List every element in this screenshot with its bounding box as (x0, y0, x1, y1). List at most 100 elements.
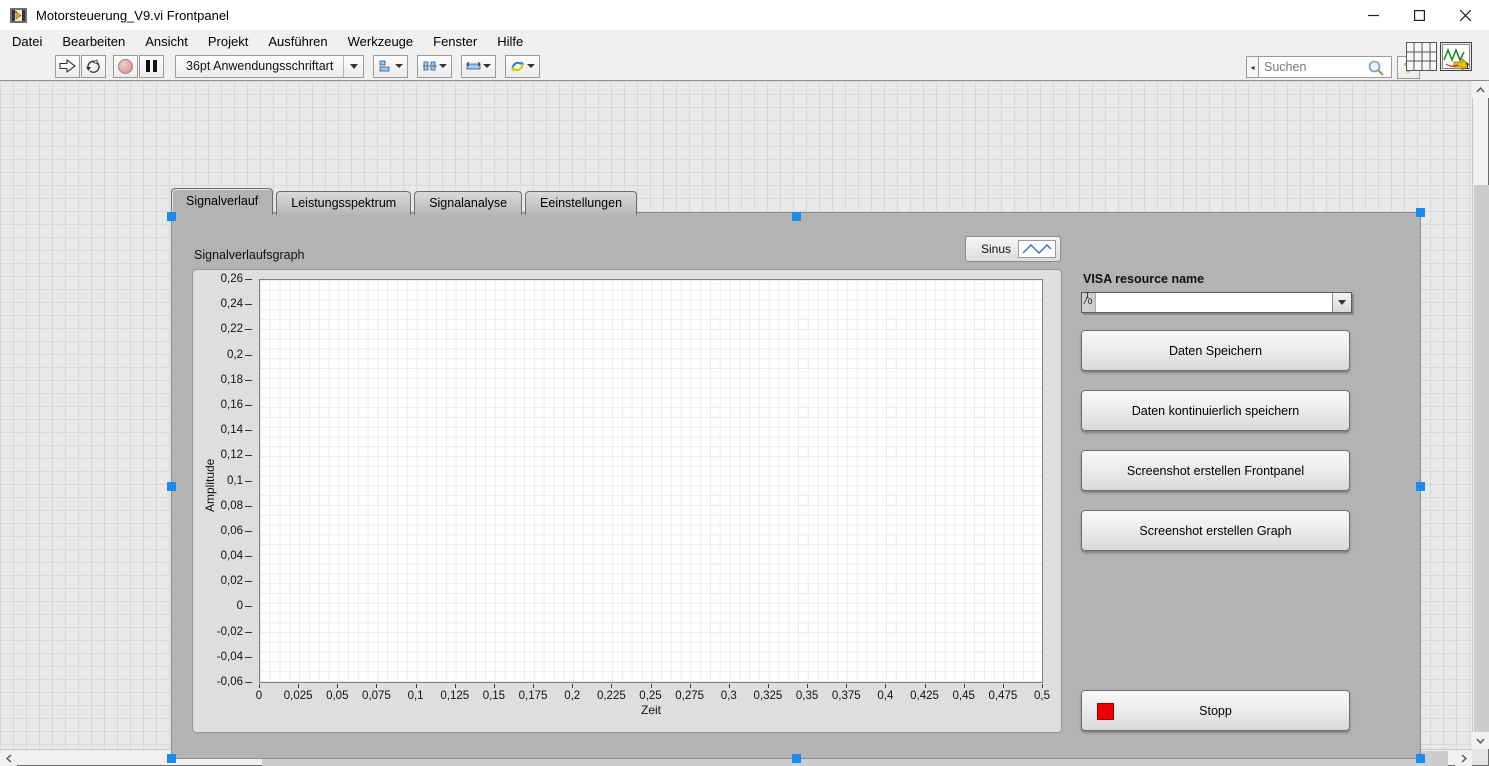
align-objects-icon (379, 60, 390, 71)
scroll-left-button[interactable] (0, 750, 17, 766)
selection-handle-top-mid[interactable] (792, 212, 801, 221)
close-button[interactable] (1442, 0, 1488, 30)
visa-resource-label: VISA resource name (1083, 272, 1205, 286)
legend-series-name: Sinus (980, 242, 1011, 256)
resize-objects-dropdown[interactable] (461, 54, 497, 78)
reorder-dropdown[interactable] (505, 54, 541, 78)
x-axis-label: Zeit (640, 703, 661, 717)
search-icon (1368, 60, 1384, 76)
menu-bar: Datei Bearbeiten Ansicht Projekt Ausführen We… (0, 30, 1489, 52)
chevron-down-icon (527, 64, 536, 68)
tab[interactable]: Signalanalyse (414, 191, 523, 215)
run-continuously-button[interactable] (81, 54, 106, 78)
screenshot-frontpanel-button[interactable]: Screenshot erstellen Frontpanel (1081, 450, 1350, 491)
menu-item[interactable]: Werkzeuge (338, 32, 424, 51)
abort-icon (118, 58, 133, 74)
chevron-down-icon (438, 64, 447, 68)
y-tick-label: 0,12 (195, 449, 252, 462)
y-tick-label: -0,02 (195, 626, 252, 639)
minimize-button[interactable] (1350, 0, 1396, 30)
window-title: Motorsteuerung_V9.vi Frontpanel (36, 7, 229, 23)
y-tick-label: 0,04 (195, 550, 252, 563)
scroll-up-button[interactable] (1472, 81, 1489, 98)
menu-item[interactable]: Ansicht (135, 32, 198, 51)
stop-button[interactable]: Stopp (1081, 690, 1350, 731)
selection-handle-top-left[interactable] (167, 212, 176, 221)
y-tick-label: 0,26 (195, 273, 252, 286)
y-tick-label: 0,14 (195, 424, 252, 437)
selection-handle-bottom-mid[interactable] (792, 754, 801, 763)
y-tick-label: 0,08 (195, 500, 252, 513)
chevron-down-icon (1476, 738, 1485, 744)
abort-button[interactable] (113, 54, 138, 78)
x-axis-ticks: 0 0,025 0,05 0,075 0,1 0,125 0,15 0,175 0,2 0,225… (256, 683, 1050, 705)
vertical-scroll-thumb[interactable] (1474, 185, 1489, 732)
pause-button[interactable] (139, 54, 164, 78)
chevron-down-icon (483, 64, 492, 68)
alignment-grid-icon[interactable] (1406, 42, 1437, 71)
tab[interactable]: Eeinstellungen (525, 191, 638, 215)
maximize-button[interactable] (1396, 0, 1442, 30)
distribute-objects-icon (422, 61, 437, 70)
visa-resource-input[interactable] (1096, 293, 1332, 312)
font-selector-value: 36pt Anwendungsschriftart (186, 59, 334, 73)
screenshot-graph-button[interactable]: Screenshot erstellen Graph (1081, 510, 1350, 551)
labview-frontpanel-window: Motorsteuerung_V9.vi Frontpanel Datei Bea… (0, 0, 1489, 766)
selection-handle-bottom-right[interactable] (1416, 754, 1425, 763)
plot-legend[interactable]: Sinus (965, 236, 1061, 262)
distribute-objects-dropdown[interactable] (417, 54, 453, 78)
toolbar: 36pt Anwendungsschriftart ◂ Suchen (0, 52, 1489, 81)
scrollbar-corner (1472, 749, 1489, 766)
reorder-icon (511, 60, 525, 72)
vi-icon[interactable]: 1 (1440, 42, 1472, 71)
y-tick-label: 0,22 (195, 323, 252, 336)
menu-item[interactable]: Ausführen (258, 32, 337, 51)
menu-item[interactable]: Projekt (198, 32, 258, 51)
chevron-down-icon (349, 63, 358, 69)
menu-item[interactable]: Fenster (423, 32, 487, 51)
visa-dropdown-button[interactable] (1332, 293, 1351, 312)
font-selector-dropdown[interactable] (343, 55, 363, 77)
selection-handle-mid-right[interactable] (1416, 482, 1425, 491)
plot-area[interactable] (259, 279, 1043, 683)
y-tick-label: 0,16 (195, 399, 252, 412)
menu-item[interactable]: Hilfe (487, 32, 533, 51)
tab[interactable]: Signalverlauf (171, 188, 274, 215)
chevron-up-icon (1476, 86, 1485, 92)
y-tick-label: 0 (195, 600, 252, 613)
vi-file-icon (10, 7, 27, 23)
waveform-graph: Amplitude 0,26 0,24 0,22 0,2 0,18 0,16 0,14 0,1… (192, 269, 1062, 733)
pause-icon (146, 60, 150, 72)
selection-handle-mid-left[interactable] (167, 482, 176, 491)
y-tick-label: 0,1 (195, 475, 252, 488)
run-arrow-icon (59, 59, 76, 73)
y-tick-label: 0,18 (195, 374, 252, 387)
menu-item[interactable]: Bearbeiten (52, 32, 135, 51)
search-box[interactable] (1259, 56, 1392, 78)
scroll-right-button[interactable] (1455, 750, 1472, 766)
save-data-button[interactable]: Daten Speichern (1081, 330, 1350, 371)
selection-handle-bottom-left[interactable] (167, 754, 176, 763)
title-bar: Motorsteuerung_V9.vi Frontpanel (0, 0, 1489, 30)
legend-line-swatch[interactable] (1018, 240, 1056, 258)
run-button[interactable] (55, 54, 80, 78)
y-tick-label: 0,06 (195, 525, 252, 538)
tab[interactable]: Leistungsspektrum (276, 191, 412, 215)
search-collapse-toggle[interactable]: ◂ (1246, 56, 1259, 78)
save-data-continuous-button[interactable]: Daten kontinuierlich speichern (1081, 390, 1350, 431)
plot-line-icon (1022, 244, 1052, 254)
scroll-down-button[interactable] (1472, 732, 1489, 749)
chevron-down-icon (394, 64, 403, 68)
y-tick-label: 0,2 (195, 349, 252, 362)
vertical-scrollbar[interactable] (1472, 81, 1489, 749)
font-selector[interactable]: 36pt Anwendungsschriftart (175, 54, 365, 78)
io-icon: I/O (1082, 292, 1096, 312)
menu-item[interactable]: Datei (2, 32, 52, 51)
selection-handle-top-right[interactable] (1416, 208, 1425, 217)
x-tick-label: 0,5 (1019, 683, 1065, 702)
svg-text:1: 1 (1465, 62, 1470, 71)
visa-resource-combo[interactable]: I/O (1081, 292, 1352, 313)
y-tick-label: 0,02 (195, 575, 252, 588)
search-input[interactable] (1259, 59, 1359, 75)
align-objects-dropdown[interactable] (373, 54, 409, 78)
